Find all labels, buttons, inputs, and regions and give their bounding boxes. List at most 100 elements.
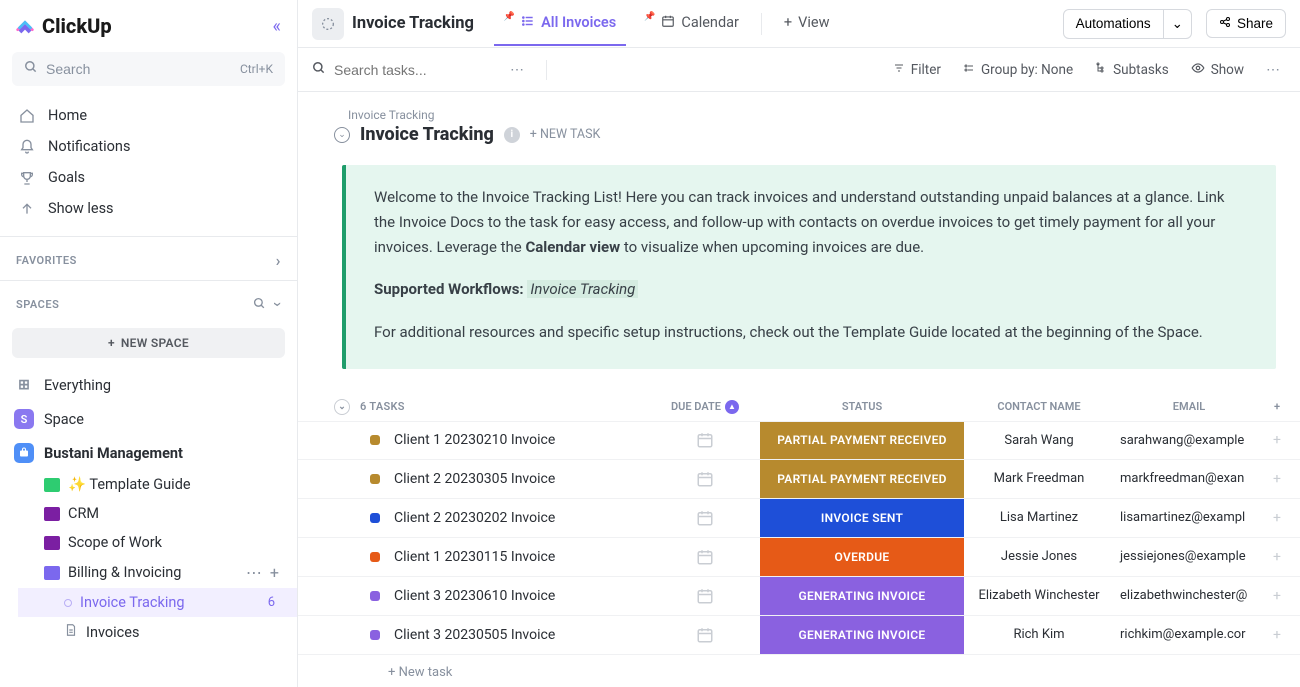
task-count: 6 TASKS (360, 400, 405, 413)
status-dot (370, 474, 380, 484)
automations-dropdown[interactable]: ⌄ (1164, 9, 1192, 39)
collapse-group-icon[interactable]: ⌄ (334, 399, 350, 415)
groupby-button[interactable]: Group by: None (957, 58, 1079, 82)
space-bustani[interactable]: Bustani Management (0, 436, 297, 470)
search-more-icon[interactable]: ⋯ (504, 60, 530, 80)
sidebar: ClickUp « Ctrl+K Home Notifications Goal… (0, 0, 298, 687)
spaces-search-icon[interactable] (253, 297, 266, 313)
more-icon[interactable]: ⋯ (246, 563, 262, 582)
status-badge[interactable]: GENERATING INVOICE (760, 577, 964, 615)
status-badge[interactable]: GENERATING INVOICE (760, 616, 964, 654)
tree-crm[interactable]: CRM (18, 499, 297, 528)
table-row[interactable]: Client 1 20230115 Invoice OVERDUEJessie J… (298, 538, 1300, 577)
row-add-icon[interactable]: + (1264, 549, 1290, 565)
calendar-icon (661, 14, 675, 32)
subtask-icon (1095, 62, 1107, 78)
task-name[interactable]: Client 3 20230610 Invoice (394, 588, 650, 604)
tree-invoice-tracking[interactable]: Invoice Tracking 6 (18, 588, 297, 617)
status-badge[interactable]: PARTIAL PAYMENT RECEIVED (760, 460, 964, 498)
info-icon[interactable]: i (504, 127, 520, 143)
status-dot (370, 435, 380, 445)
contact-cell[interactable]: Elizabeth Winchester (964, 588, 1114, 603)
contact-cell[interactable]: Lisa Martinez (964, 510, 1114, 525)
contact-cell[interactable]: Rich Kim (964, 627, 1114, 642)
task-name[interactable]: Client 1 20230210 Invoice (394, 432, 650, 448)
tab-all-invoices[interactable]: 📌 All Invoices (494, 2, 626, 46)
space-everything[interactable]: ⊞ Everything (0, 368, 297, 402)
contact-cell[interactable]: Mark Freedman (964, 471, 1114, 486)
new-space-button[interactable]: +NEW SPACE (12, 328, 285, 358)
table-row[interactable]: Client 1 20230210 Invoice PARTIAL PAYMENT… (298, 421, 1300, 460)
email-cell[interactable]: elizabethwinchester@ (1114, 588, 1264, 603)
status-badge[interactable]: INVOICE SENT (760, 499, 964, 537)
search-tasks-input[interactable] (334, 62, 494, 78)
row-add-icon[interactable]: + (1264, 471, 1290, 487)
col-email[interactable]: EMAIL (1114, 400, 1264, 413)
collapse-list-icon[interactable]: ⌄ (334, 127, 350, 143)
toolbar-more-icon[interactable]: ⋯ (1260, 60, 1286, 80)
table-row[interactable]: Client 2 20230202 Invoice INVOICE SENTLis… (298, 499, 1300, 538)
contact-cell[interactable]: Sarah Wang (964, 433, 1114, 448)
row-add-icon[interactable]: + (1264, 588, 1290, 604)
task-name[interactable]: Client 2 20230202 Invoice (394, 510, 650, 526)
contact-cell[interactable]: Jessie Jones (964, 549, 1114, 564)
email-cell[interactable]: sarahwang@example (1114, 433, 1264, 448)
sidebar-search-input[interactable] (46, 61, 232, 77)
sidebar-collapse-icon[interactable]: « (273, 16, 281, 37)
sort-asc-icon[interactable]: ▲ (725, 400, 739, 414)
email-cell[interactable]: markfreedman@exan (1114, 471, 1264, 486)
nav-notifications[interactable]: Notifications (8, 131, 289, 162)
row-add-icon[interactable]: + (1264, 627, 1290, 643)
row-add-icon[interactable]: + (1264, 432, 1290, 448)
status-badge[interactable]: OVERDUE (760, 538, 964, 576)
tab-calendar[interactable]: 📌 Calendar (634, 2, 749, 46)
due-date-cell[interactable] (650, 587, 760, 605)
email-cell[interactable]: lisamartinez@exampl (1114, 510, 1264, 525)
app-logo[interactable]: ClickUp (14, 14, 112, 38)
due-date-cell[interactable] (650, 626, 760, 644)
col-contact[interactable]: CONTACT NAME (964, 400, 1114, 413)
due-date-cell[interactable] (650, 431, 760, 449)
nav-home[interactable]: Home (8, 100, 289, 131)
chevron-down-icon[interactable]: › (269, 302, 288, 307)
table-row[interactable]: Client 3 20230505 Invoice GENERATING INVO… (298, 616, 1300, 655)
automations-button[interactable]: Automations (1063, 9, 1164, 39)
filter-button[interactable]: Filter (887, 58, 947, 82)
sidebar-search[interactable]: Ctrl+K (12, 52, 285, 86)
page-icon[interactable] (312, 8, 344, 40)
tree-scope[interactable]: Scope of Work (18, 528, 297, 557)
nav-goals[interactable]: Goals (8, 162, 289, 193)
status-badge[interactable]: PARTIAL PAYMENT RECEIVED (760, 422, 964, 459)
tree-invoices[interactable]: Invoices (18, 617, 297, 647)
due-date-cell[interactable] (650, 509, 760, 527)
row-add-icon[interactable]: + (1264, 510, 1290, 526)
email-cell[interactable]: jessiejones@example (1114, 549, 1264, 564)
nav-show-less[interactable]: Show less (8, 193, 289, 224)
due-date-cell[interactable] (650, 548, 760, 566)
search-tasks[interactable] (312, 61, 494, 79)
tab-add-view[interactable]: + View (774, 2, 840, 45)
task-name[interactable]: Client 3 20230505 Invoice (394, 627, 650, 643)
due-date-cell[interactable] (650, 470, 760, 488)
chevron-right-icon[interactable]: › (276, 251, 281, 270)
new-task-link[interactable]: + NEW TASK (530, 127, 601, 142)
table-row[interactable]: Client 3 20230610 Invoice GENERATING INVO… (298, 577, 1300, 616)
tree-billing[interactable]: Billing & Invoicing ⋯ + (18, 557, 297, 588)
tree-template-guide[interactable]: ✨ Template Guide (18, 470, 297, 499)
table-row[interactable]: Client 2 20230305 Invoice PARTIAL PAYMENT… (298, 460, 1300, 499)
subtasks-button[interactable]: Subtasks (1089, 58, 1175, 82)
folder-icon (44, 478, 60, 492)
task-name[interactable]: Client 1 20230115 Invoice (394, 549, 650, 565)
share-button[interactable]: Share (1206, 9, 1286, 38)
add-column-icon[interactable]: + (1264, 400, 1290, 413)
col-status[interactable]: STATUS (760, 400, 964, 413)
list-icon (64, 599, 72, 607)
email-cell[interactable]: richkim@example.cor (1114, 627, 1264, 642)
new-task-row[interactable]: + New task (298, 655, 1300, 687)
show-button[interactable]: Show (1185, 57, 1250, 83)
task-name[interactable]: Client 2 20230305 Invoice (394, 471, 650, 487)
space-space[interactable]: S Space (0, 402, 297, 436)
col-due-date[interactable]: DUE DATE ▲ (650, 400, 760, 414)
favorites-header[interactable]: FAVORITES › (0, 237, 297, 280)
add-icon[interactable]: + (270, 563, 279, 582)
